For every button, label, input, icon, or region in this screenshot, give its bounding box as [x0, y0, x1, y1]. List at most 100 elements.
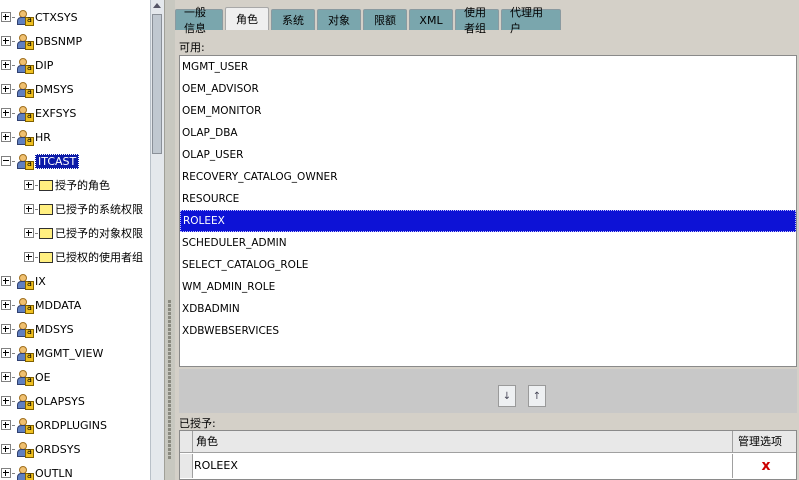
- tree-node-user[interactable]: CTXSYS: [0, 6, 150, 28]
- tree-connector: [12, 64, 15, 66]
- splitter-grip: [168, 368, 171, 371]
- arrow-down-icon: ↓: [502, 390, 512, 402]
- tree-scrollbar[interactable]: [150, 0, 164, 480]
- column-header-role[interactable]: 角色: [196, 431, 218, 452]
- list-item[interactable]: OEM_ADVISOR: [180, 78, 796, 100]
- expand-icon[interactable]: [1, 276, 11, 286]
- expand-icon[interactable]: [1, 60, 11, 70]
- tree-node-user[interactable]: HR: [0, 126, 150, 148]
- splitter-grip: [168, 424, 171, 427]
- expand-icon[interactable]: [24, 252, 34, 262]
- tree-node-category[interactable]: 已授权的使用者组: [0, 246, 150, 268]
- expand-icon[interactable]: [1, 396, 11, 406]
- expand-icon[interactable]: [1, 348, 11, 358]
- tree-node-user[interactable]: OE: [0, 366, 150, 388]
- splitter-grip: [168, 412, 171, 415]
- expand-icon[interactable]: [24, 180, 34, 190]
- tree-connector: [12, 280, 15, 282]
- table-row[interactable]: ROLEEX x: [180, 454, 796, 478]
- expand-icon[interactable]: [1, 84, 11, 94]
- tree-node-user[interactable]: MGMT_VIEW: [0, 342, 150, 364]
- splitter-grip: [168, 348, 171, 351]
- expand-icon[interactable]: [1, 324, 11, 334]
- expand-icon[interactable]: [1, 300, 11, 310]
- expand-icon[interactable]: [1, 468, 11, 478]
- list-item[interactable]: SCHEDULER_ADMIN: [180, 232, 796, 254]
- list-item[interactable]: RECOVERY_CATALOG_OWNER: [180, 166, 796, 188]
- row-selector[interactable]: [180, 454, 193, 478]
- tab-1[interactable]: 一般信息: [175, 6, 223, 35]
- list-item[interactable]: WM_ADMIN_ROLE: [180, 276, 796, 298]
- tree-node-user[interactable]: DIP: [0, 54, 150, 76]
- list-item[interactable]: OLAP_DBA: [180, 122, 796, 144]
- list-item[interactable]: SELECT_CATALOG_ROLE: [180, 254, 796, 276]
- expand-icon[interactable]: [1, 108, 11, 118]
- expand-icon[interactable]: [1, 372, 11, 382]
- list-item[interactable]: XDBWEBSERVICES: [180, 320, 796, 342]
- tab-4[interactable]: 对象: [317, 9, 361, 30]
- move-buttons-area: ↓ ↑: [179, 369, 797, 413]
- scroll-thumb[interactable]: [152, 14, 162, 154]
- tab-7[interactable]: 使用者组: [455, 6, 499, 35]
- schema-tree[interactable]: CTXSYS DBSNMP DIP DMSYS EXFSYS HR ITCAST 授予的角色已…: [0, 0, 150, 480]
- list-item[interactable]: OEM_MONITOR: [180, 100, 796, 122]
- list-item[interactable]: XDBADMIN: [180, 298, 796, 320]
- tab-2[interactable]: 角色: [225, 7, 269, 30]
- tree-node-user[interactable]: ORDPLUGINS: [0, 414, 150, 436]
- splitter-grip: [168, 312, 171, 315]
- tab-5[interactable]: 限额: [363, 9, 407, 30]
- splitter-grip: [168, 396, 171, 399]
- collapse-icon[interactable]: [1, 156, 11, 166]
- tree-node-user[interactable]: IX: [0, 270, 150, 292]
- available-roles-list[interactable]: MGMT_USER OEM_ADVISOR OEM_MONITOR OLAP_DBA O…: [179, 55, 797, 367]
- expand-icon[interactable]: [24, 204, 34, 214]
- tree-node-label: CTXSYS: [35, 10, 78, 24]
- tree-node-user[interactable]: MDDATA: [0, 294, 150, 316]
- tree-connector: [35, 232, 38, 234]
- user-icon: [16, 297, 34, 314]
- tree-node-label: OLAPSYS: [35, 394, 85, 408]
- tree-node-user[interactable]: DMSYS: [0, 78, 150, 100]
- splitter-grip: [168, 304, 171, 307]
- expand-icon[interactable]: [1, 132, 11, 142]
- tree-node-user[interactable]: OLAPSYS: [0, 390, 150, 412]
- tree-node-user[interactable]: ITCAST: [0, 150, 150, 172]
- expand-icon[interactable]: [24, 228, 34, 238]
- tree-node-user[interactable]: EXFSYS: [0, 102, 150, 124]
- tree-node-user[interactable]: ORDSYS: [0, 438, 150, 460]
- expand-icon[interactable]: [1, 444, 11, 454]
- tree-node-user[interactable]: MDSYS: [0, 318, 150, 340]
- pane-splitter[interactable]: [164, 0, 175, 480]
- list-item[interactable]: RESOURCE: [180, 188, 796, 210]
- splitter-grip: [168, 420, 171, 423]
- scroll-up-icon[interactable]: [153, 3, 161, 8]
- tree-node-category[interactable]: 已授予的系统权限: [0, 198, 150, 220]
- tree-node-user[interactable]: DBSNMP: [0, 30, 150, 52]
- tab-6[interactable]: XML: [409, 9, 453, 30]
- splitter-grip: [168, 352, 171, 355]
- tab-3[interactable]: 系统: [271, 9, 315, 30]
- granted-role-name: ROLEEX: [194, 459, 238, 472]
- move-up-button[interactable]: ↑: [528, 385, 546, 407]
- expand-icon[interactable]: [1, 420, 11, 430]
- tree-node-user[interactable]: OUTLN: [0, 462, 150, 480]
- tree-node-category[interactable]: 授予的角色: [0, 174, 150, 196]
- tree-node-label: OUTLN: [35, 466, 73, 480]
- expand-icon[interactable]: [1, 36, 11, 46]
- splitter-grip: [168, 332, 171, 335]
- column-header-admin-option[interactable]: 管理选项: [732, 431, 798, 452]
- list-item[interactable]: MGMT_USER: [180, 56, 796, 78]
- list-item[interactable]: OLAP_USER: [180, 144, 796, 166]
- tree-connector: [12, 40, 15, 42]
- tree-node-label: MDDATA: [35, 298, 82, 312]
- move-down-button[interactable]: ↓: [498, 385, 516, 407]
- tree-node-label: 已授权的使用者组: [55, 251, 143, 264]
- tab-8[interactable]: 代理用户: [501, 6, 561, 35]
- splitter-grip: [168, 428, 171, 431]
- tree-node-category[interactable]: 已授予的对象权限: [0, 222, 150, 244]
- list-item[interactable]: ROLEEX: [180, 210, 796, 232]
- expand-icon[interactable]: [1, 12, 11, 22]
- admin-option-x-icon[interactable]: x: [732, 454, 799, 478]
- user-icon: [16, 105, 34, 122]
- user-icon: [16, 129, 34, 146]
